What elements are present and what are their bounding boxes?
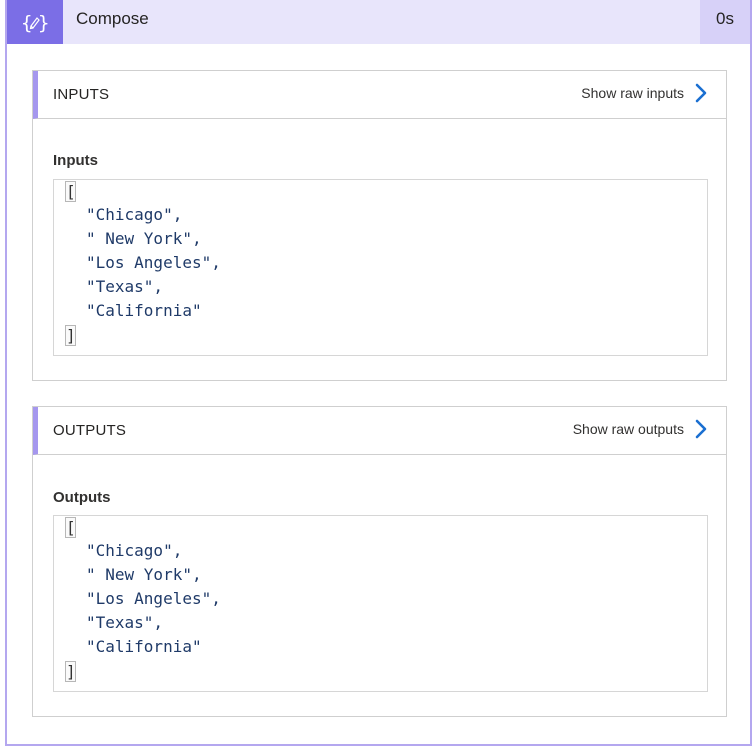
code-line: "California" <box>86 301 202 320</box>
compose-braces-icon: { } <box>21 12 49 34</box>
show-raw-outputs-label: Show raw outputs <box>572 421 684 437</box>
code-line: " New York", <box>86 229 202 248</box>
open-bracket: [ <box>65 181 76 202</box>
svg-text:{: { <box>21 12 32 34</box>
code-line: "Chicago", <box>86 541 183 560</box>
show-raw-inputs-link[interactable]: Show raw inputs <box>581 71 708 115</box>
code-line: "Texas", <box>86 277 164 296</box>
inputs-section: INPUTS Show raw inputs Inputs [ "Chicago… <box>32 70 727 381</box>
action-header[interactable]: { } Compose 0s <box>7 0 750 44</box>
inputs-code-box[interactable]: [ "Chicago", " New York", "Los Angeles",… <box>53 179 708 356</box>
chevron-right-icon <box>695 419 707 439</box>
chevron-right-icon <box>695 83 707 103</box>
inputs-section-header: INPUTS Show raw inputs <box>33 71 726 119</box>
open-bracket: [ <box>65 517 76 538</box>
code-line: "Chicago", <box>86 205 183 224</box>
outputs-section-header: OUTPUTS Show raw outputs <box>33 407 726 455</box>
outputs-code-box[interactable]: [ "Chicago", " New York", "Los Angeles",… <box>53 515 708 692</box>
outputs-section: OUTPUTS Show raw outputs Outputs [ "Chic… <box>32 406 727 717</box>
action-title: Compose <box>76 9 149 28</box>
compose-action-card: { } Compose 0s INPUTS Show raw inputs In… <box>5 0 752 746</box>
svg-text:}: } <box>38 12 49 34</box>
outputs-heading: OUTPUTS <box>53 422 127 439</box>
outputs-field-label: Outputs <box>53 489 111 506</box>
close-bracket: ] <box>65 661 76 682</box>
inputs-heading: INPUTS <box>53 86 110 103</box>
duration-badge: 0s <box>700 0 750 44</box>
inputs-field-label: Inputs <box>53 152 98 169</box>
show-raw-outputs-link[interactable]: Show raw outputs <box>573 407 708 451</box>
compose-icon-box: { } <box>7 0 63 44</box>
show-raw-inputs-label: Show raw inputs <box>581 85 684 101</box>
close-bracket: ] <box>65 325 76 346</box>
code-line: "California" <box>86 637 202 656</box>
code-line: "Texas", <box>86 613 164 632</box>
code-line: "Los Angeles", <box>86 253 221 272</box>
code-line: " New York", <box>86 565 202 584</box>
code-line: "Los Angeles", <box>86 589 221 608</box>
